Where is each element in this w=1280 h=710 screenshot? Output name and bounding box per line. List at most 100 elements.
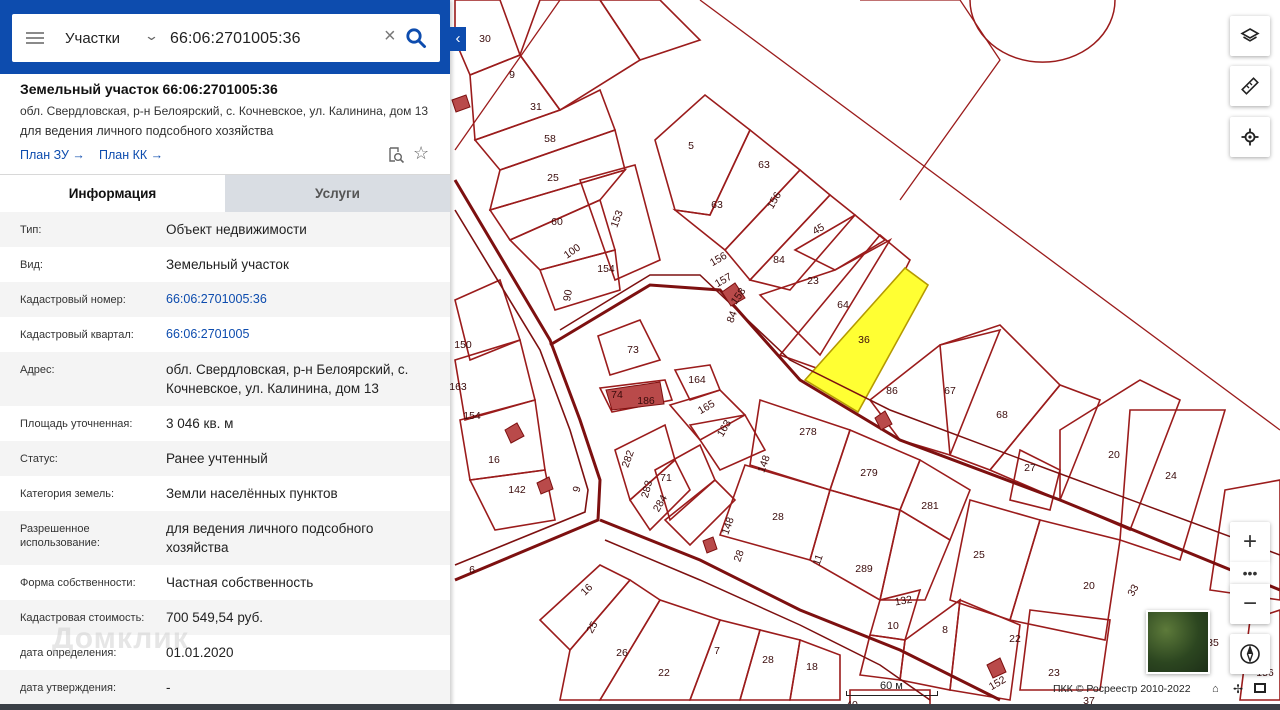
parcel-label: 74 <box>611 389 623 401</box>
parcel-label: 28 <box>732 548 747 563</box>
chevron-down-icon[interactable]: ⌄ <box>144 28 159 44</box>
parcel-outline[interactable] <box>688 619 761 701</box>
parcel-label: 63 <box>758 159 770 171</box>
parcel-label: 150 <box>454 339 472 351</box>
search-input[interactable]: 66:06:2701005:36 <box>170 30 301 48</box>
parcel-label: 153 <box>609 209 626 230</box>
selected-parcel-label: 36 <box>858 334 870 346</box>
row-label: Кадастровый квартал: <box>20 329 134 341</box>
locate-button[interactable] <box>1230 117 1270 157</box>
collapse-panel-icon[interactable]: ‹ <box>450 27 466 51</box>
layers-button[interactable] <box>1230 16 1270 56</box>
parcel-label: 64 <box>837 299 849 311</box>
row-label: дата утверждения: <box>20 682 117 694</box>
building[interactable] <box>504 422 525 444</box>
info-row-status: Статус: Ранее учтенный <box>0 441 450 476</box>
cadastral-number-link[interactable]: 66:06:2701005:36 <box>166 290 436 309</box>
building[interactable] <box>702 536 718 554</box>
row-label: Вид: <box>20 259 43 271</box>
info-row-land-category: Категория земель: Земли населённых пункт… <box>0 476 450 511</box>
search-box: Участки ⌄ 66:06:2701005:36 × <box>12 14 440 62</box>
parcel-label: 25 <box>584 619 600 635</box>
row-value: обл. Свердловская, р-н Белоярский, с. Ко… <box>166 362 409 396</box>
zoom-in-button[interactable]: + <box>1230 522 1270 562</box>
parcel-outline[interactable] <box>1008 519 1121 641</box>
parcel-label: 7 <box>714 645 720 657</box>
object-title: Земельный участок 66:06:2701005:36 <box>20 81 278 97</box>
zoom-out-button[interactable]: − <box>1230 584 1270 624</box>
ruler-icon <box>1241 77 1259 95</box>
parcel-outline[interactable] <box>939 324 1062 471</box>
star-icon[interactable]: ☆ <box>413 144 429 162</box>
parcel-label: 31 <box>530 101 542 113</box>
parcel-outline[interactable] <box>468 469 556 531</box>
parcel-label: 20 <box>1108 449 1120 461</box>
parcel-outline[interactable] <box>599 0 702 61</box>
row-value: Объект недвижимости <box>166 222 307 237</box>
parcel-outline[interactable] <box>663 478 737 547</box>
row-value: Частная собственность <box>166 575 314 590</box>
home-icon[interactable]: ⌂ <box>1212 683 1219 695</box>
row-label: Форма собственности: <box>20 577 136 589</box>
parcel-label: 68 <box>996 409 1008 421</box>
basemap-switcher-thumbnail[interactable] <box>1146 610 1210 674</box>
parcel-label: 142 <box>508 484 526 496</box>
parcel-outline[interactable] <box>488 128 626 212</box>
parcel-outline[interactable] <box>469 54 562 142</box>
parcel-outline[interactable] <box>748 193 857 291</box>
parcel-label: 26 <box>616 647 628 659</box>
parcel-outline[interactable] <box>538 564 632 652</box>
tab-information[interactable]: Информация <box>0 175 225 213</box>
info-row-permitted-use: Разрешенное использование: для ведения л… <box>0 511 450 565</box>
zoom-options-button[interactable]: ••• <box>1230 562 1270 584</box>
parcel-outline[interactable] <box>668 389 747 442</box>
search-icon[interactable] <box>405 27 427 49</box>
parcel-label: 289 <box>855 563 873 575</box>
cadastral-quarter-link[interactable]: 66:06:2701005 <box>166 325 436 344</box>
parcel-label: 164 <box>688 374 706 386</box>
pin-icon[interactable]: ✢ <box>1233 682 1243 696</box>
search-scope-select[interactable]: Участки <box>65 30 120 47</box>
parcel-label: 24 <box>1165 470 1177 482</box>
parcel-outline[interactable] <box>654 93 751 216</box>
plan-kk-link[interactable]: План КК → <box>99 148 163 162</box>
parcel-outline[interactable] <box>454 338 536 422</box>
building[interactable] <box>986 657 1007 679</box>
tab-services[interactable]: Услуги <box>225 175 450 213</box>
parcel-label: 30 <box>479 33 491 45</box>
parcel-outline[interactable] <box>793 214 887 271</box>
info-row-cadastral-quarter: Кадастровый квартал: 66:06:2701005 <box>0 317 450 352</box>
parcel-outline[interactable] <box>879 508 952 601</box>
compass-button[interactable] <box>1230 634 1270 674</box>
building[interactable] <box>536 476 554 495</box>
row-value: Земельный участок <box>166 257 289 272</box>
parcel-label: 23 <box>1048 667 1060 679</box>
parcel-label: 22 <box>1009 633 1021 645</box>
parcel-outline[interactable] <box>1119 409 1227 562</box>
parcel-outline[interactable] <box>473 88 617 171</box>
close-icon[interactable]: × <box>384 26 396 46</box>
parcel-outline[interactable] <box>519 0 642 112</box>
parcel-label: 84 <box>773 254 785 266</box>
watermark: Домклик <box>52 622 189 655</box>
parcel-label: 86 <box>886 385 898 397</box>
document-search-icon[interactable] <box>387 146 405 164</box>
parcel-outline[interactable] <box>1009 448 1061 511</box>
parcel-label: 58 <box>544 133 556 145</box>
parcel-label: 100 <box>562 242 583 262</box>
parcel-outline[interactable] <box>949 598 1021 701</box>
parcel-outline[interactable] <box>1019 609 1111 691</box>
parcel-outline[interactable] <box>809 489 901 602</box>
building[interactable] <box>451 94 471 113</box>
window-icon[interactable] <box>1254 683 1266 693</box>
plan-zu-link[interactable]: План ЗУ → <box>20 148 85 162</box>
row-value: 700 549,54 руб. <box>166 610 264 625</box>
parcel-label: 156 <box>765 190 784 211</box>
parcel-label: 132 <box>894 594 913 609</box>
parcel-label: 63 <box>711 199 723 211</box>
parcel-label: 279 <box>860 467 878 479</box>
ruler-button[interactable] <box>1230 66 1270 106</box>
parcel-label: 6 <box>469 564 475 576</box>
menu-icon[interactable] <box>26 29 44 47</box>
road-line <box>604 539 931 701</box>
